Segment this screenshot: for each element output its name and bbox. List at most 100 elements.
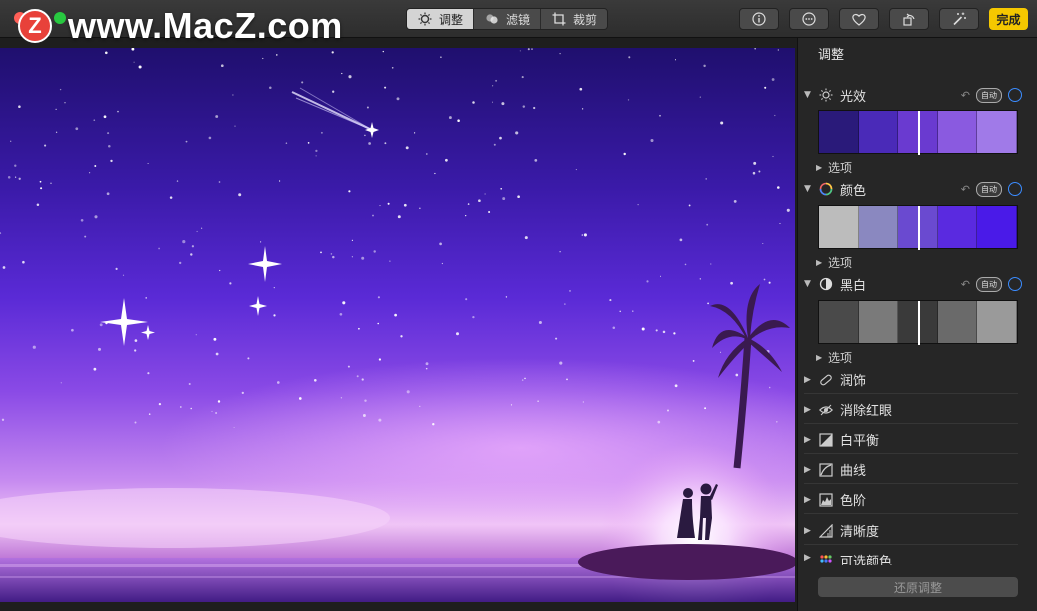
star: [59, 88, 62, 91]
star: [707, 302, 709, 305]
star: [505, 296, 508, 298]
section-light-label: 光效: [840, 89, 867, 105]
tab-filters[interactable]: 滤镜: [474, 9, 542, 29]
strip-slider-handle[interactable]: [918, 301, 920, 345]
star: [521, 379, 524, 381]
star: [55, 108, 57, 110]
star: [688, 204, 691, 207]
star: [692, 359, 695, 362]
strip-frame: [858, 301, 899, 343]
watermark-text: www.MacZ.com: [68, 5, 343, 46]
strip-frame: [937, 206, 978, 248]
disclosure-triangle-icon[interactable]: ▼: [804, 90, 816, 100]
strip-slider-handle[interactable]: [918, 206, 920, 250]
star: [582, 401, 584, 403]
star: [279, 180, 281, 182]
done-button[interactable]: 完成: [989, 8, 1028, 30]
star: [432, 423, 435, 426]
black-white-strip[interactable]: [818, 300, 1018, 345]
star: [400, 335, 403, 338]
tool-white-balance[interactable]: ▶ 白平衡: [804, 426, 1018, 454]
favorite-button[interactable]: [839, 8, 879, 30]
options-toggle[interactable]: ▶ 选项: [816, 159, 852, 176]
star: [262, 57, 264, 60]
star: [384, 142, 387, 145]
disclosure-triangle-icon[interactable]: ▼: [804, 279, 816, 289]
tool-red-eye[interactable]: ▶ 消除红眼: [804, 396, 1018, 424]
strip-frame: [819, 111, 859, 153]
star: [753, 161, 757, 165]
star: [655, 329, 658, 332]
section-black-white[interactable]: ▼ 黑白 ↶ 自动: [804, 273, 1022, 295]
section-color-label: 颜色: [840, 183, 867, 199]
star: [522, 105, 526, 108]
disclosure-triangle-icon[interactable]: ▼: [804, 184, 816, 194]
more-button[interactable]: [789, 8, 829, 30]
star: [44, 144, 47, 147]
auto-button[interactable]: 自动: [976, 276, 1002, 292]
color-strip[interactable]: [818, 205, 1018, 250]
options-toggle[interactable]: ▶ 选项: [816, 349, 852, 366]
section-color[interactable]: ▼ 颜色 ↶ 自动: [804, 178, 1022, 200]
star: [579, 87, 583, 91]
undo-icon[interactable]: ↶: [961, 183, 970, 196]
strip-slider-handle[interactable]: [918, 111, 920, 155]
star: [493, 143, 496, 146]
light-strip[interactable]: [818, 110, 1018, 155]
star: [465, 215, 467, 217]
auto-button[interactable]: 自动: [976, 181, 1002, 197]
tab-adjust[interactable]: 调整: [407, 9, 475, 29]
heart-icon: [852, 13, 866, 26]
toggle-ring-icon[interactable]: [1008, 182, 1022, 196]
star: [768, 281, 771, 284]
star: [276, 381, 280, 384]
toggle-ring-icon[interactable]: [1008, 277, 1022, 291]
undo-icon[interactable]: ↶: [961, 278, 970, 291]
star: [762, 242, 764, 245]
tool-levels[interactable]: ▶ 色阶: [804, 486, 1018, 514]
star: [786, 208, 790, 212]
reset-adjustments-button[interactable]: 还原调整: [818, 577, 1018, 597]
star: [779, 222, 781, 225]
star: [215, 352, 219, 356]
star: [382, 50, 384, 53]
auto-enhance-button[interactable]: [939, 8, 979, 30]
info-button[interactable]: [739, 8, 779, 30]
star: [448, 116, 452, 120]
star: [103, 115, 107, 119]
toggle-ring-icon[interactable]: [1008, 88, 1022, 102]
star: [657, 420, 661, 424]
star: [40, 187, 43, 190]
star: [735, 373, 739, 377]
star: [419, 405, 421, 407]
options-toggle[interactable]: ▶ 选项: [816, 254, 852, 271]
star: [440, 56, 442, 59]
star: [673, 332, 676, 335]
selective-color-icon: [818, 553, 834, 565]
star: [176, 180, 179, 182]
star: [559, 361, 563, 365]
star: [533, 106, 536, 110]
star: [478, 199, 481, 203]
more-icon: [802, 12, 816, 26]
star: [351, 256, 353, 258]
star: [196, 230, 198, 233]
photo-canvas[interactable]: [0, 48, 795, 602]
sidebar-title: 调整: [818, 48, 845, 63]
tool-curves[interactable]: ▶ 曲线: [804, 456, 1018, 484]
tool-selective-color[interactable]: ▶ 可选颜色: [804, 547, 1018, 565]
tool-definition[interactable]: ▶ 清晰度: [804, 517, 1018, 545]
star: [179, 406, 182, 408]
star: [332, 255, 335, 259]
star: [413, 132, 416, 134]
tab-crop[interactable]: 裁剪: [541, 9, 608, 29]
undo-icon[interactable]: ↶: [961, 89, 970, 102]
tab-adjust-label: 调整: [439, 12, 464, 27]
rotate-button[interactable]: [889, 8, 929, 30]
star: [339, 312, 343, 316]
section-light[interactable]: ▼ 光效 ↶ 自动: [804, 84, 1022, 106]
tool-retouch[interactable]: ▶ 润饰: [804, 366, 1018, 394]
auto-button[interactable]: 自动: [976, 87, 1002, 103]
star: [406, 390, 410, 394]
star: [632, 310, 634, 312]
